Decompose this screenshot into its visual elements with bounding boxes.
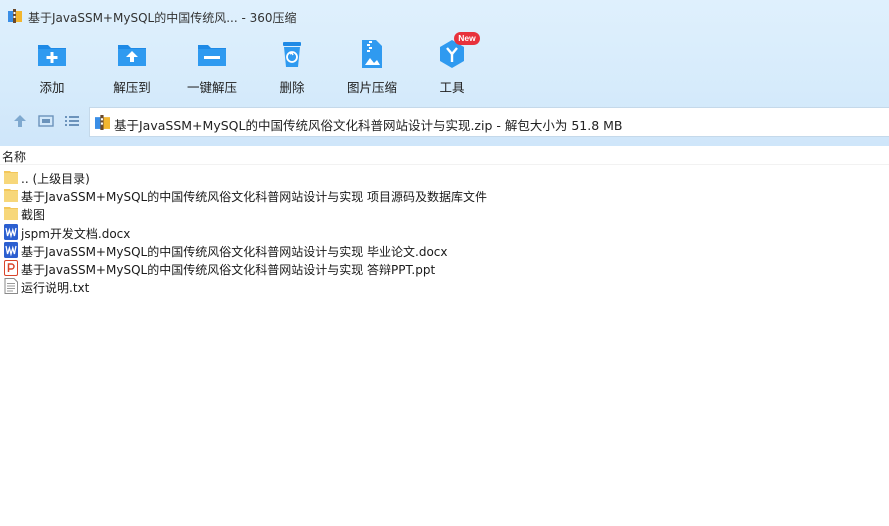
header-divider bbox=[0, 164, 889, 165]
file-name: 基于JavaSSM+MySQL的中国传统风俗文化科普网站设计与实现 毕业论文.d… bbox=[21, 244, 448, 259]
file-name: 基于JavaSSM+MySQL的中国传统风俗文化科普网站设计与实现 项目源码及数… bbox=[21, 190, 488, 205]
list-item-defense-ppt[interactable]: 基于JavaSSM+MySQL的中国传统风俗文化科普网站设计与实现 答辩PPT.… bbox=[0, 259, 889, 277]
window-chrome: 基于JavaSSM+MySQL的中国传统风... - 360压缩 添加 解压到 bbox=[0, 0, 889, 146]
add-button[interactable]: 添加 bbox=[12, 36, 92, 98]
file-list: .. (上级目录) 基于JavaSSM+MySQL的中国传统风俗文化科普网站设计… bbox=[0, 168, 889, 295]
column-header-label: 名称 bbox=[2, 150, 27, 164]
column-header-name[interactable]: 名称 bbox=[0, 146, 889, 164]
list-item-parent-dir[interactable]: .. (上级目录) bbox=[0, 168, 889, 186]
add-folder-icon bbox=[38, 45, 66, 66]
file-name: 截图 bbox=[21, 208, 46, 223]
list-item-thesis-doc[interactable]: 基于JavaSSM+MySQL的中国传统风俗文化科普网站设计与实现 毕业论文.d… bbox=[0, 241, 889, 259]
delete-label: 删除 bbox=[279, 80, 305, 95]
extract-to-button[interactable]: 解压到 bbox=[92, 36, 172, 98]
new-badge: New bbox=[454, 32, 480, 45]
list-view-icon[interactable] bbox=[63, 112, 81, 130]
add-label: 添加 bbox=[39, 80, 65, 95]
file-name: 基于JavaSSM+MySQL的中国传统风俗文化科普网站设计与实现 答辩PPT.… bbox=[21, 262, 436, 277]
address-bar[interactable]: 基于JavaSSM+MySQL的中国传统风俗文化科普网站设计与实现.zip - … bbox=[89, 107, 889, 137]
list-item-dev-doc[interactable]: jspm开发文档.docx bbox=[0, 223, 889, 241]
one-click-extract-label: 一键解压 bbox=[186, 80, 237, 95]
tools-label: 工具 bbox=[439, 80, 465, 95]
extract-to-label: 解压到 bbox=[113, 80, 151, 95]
navigation-bar: 基于JavaSSM+MySQL的中国传统风俗文化科普网站设计与实现.zip - … bbox=[0, 104, 889, 138]
word-document-icon bbox=[4, 223, 18, 240]
tools-button[interactable]: 工具 bbox=[412, 36, 492, 98]
file-name: 运行说明.txt bbox=[21, 281, 90, 296]
title-bar: 基于JavaSSM+MySQL的中国传统风... - 360压缩 bbox=[0, 0, 889, 32]
list-item-screenshots-folder[interactable]: 截图 bbox=[0, 204, 889, 222]
address-text: 基于JavaSSM+MySQL的中国传统风俗文化科普网站设计与实现.zip - … bbox=[114, 118, 623, 133]
thumbnail-view-icon[interactable] bbox=[37, 112, 55, 130]
word-document-icon bbox=[4, 241, 18, 258]
window-title: 基于JavaSSM+MySQL的中国传统风... - 360压缩 bbox=[28, 11, 297, 25]
one-click-extract-button[interactable]: 一键解压 bbox=[172, 36, 252, 98]
list-item-readme-txt[interactable]: 运行说明.txt bbox=[0, 277, 889, 295]
delete-icon bbox=[283, 42, 301, 67]
file-name: jspm开发文档.docx bbox=[21, 226, 131, 241]
archive-app-icon bbox=[8, 9, 22, 23]
image-compress-icon bbox=[362, 40, 382, 68]
delete-button[interactable]: 删除 bbox=[252, 36, 332, 98]
folder-icon bbox=[4, 189, 18, 203]
zip-archive-icon bbox=[95, 115, 110, 130]
extract-to-icon bbox=[118, 45, 146, 66]
list-item-source-folder[interactable]: 基于JavaSSM+MySQL的中国传统风俗文化科普网站设计与实现 项目源码及数… bbox=[0, 186, 889, 204]
folder-icon bbox=[4, 171, 18, 184]
file-name: .. (上级目录) bbox=[21, 172, 90, 186]
text-file-icon bbox=[4, 278, 18, 295]
up-arrow-icon[interactable] bbox=[11, 112, 29, 130]
folder-icon bbox=[4, 207, 18, 221]
image-compress-label: 图片压缩 bbox=[346, 80, 397, 95]
powerpoint-icon bbox=[4, 259, 18, 276]
main-toolbar: 添加 解压到 一键解压 删除 图片压缩 工具 bbox=[0, 36, 889, 98]
image-compress-button[interactable]: 图片压缩 bbox=[332, 36, 412, 98]
one-click-extract-icon bbox=[198, 45, 226, 66]
